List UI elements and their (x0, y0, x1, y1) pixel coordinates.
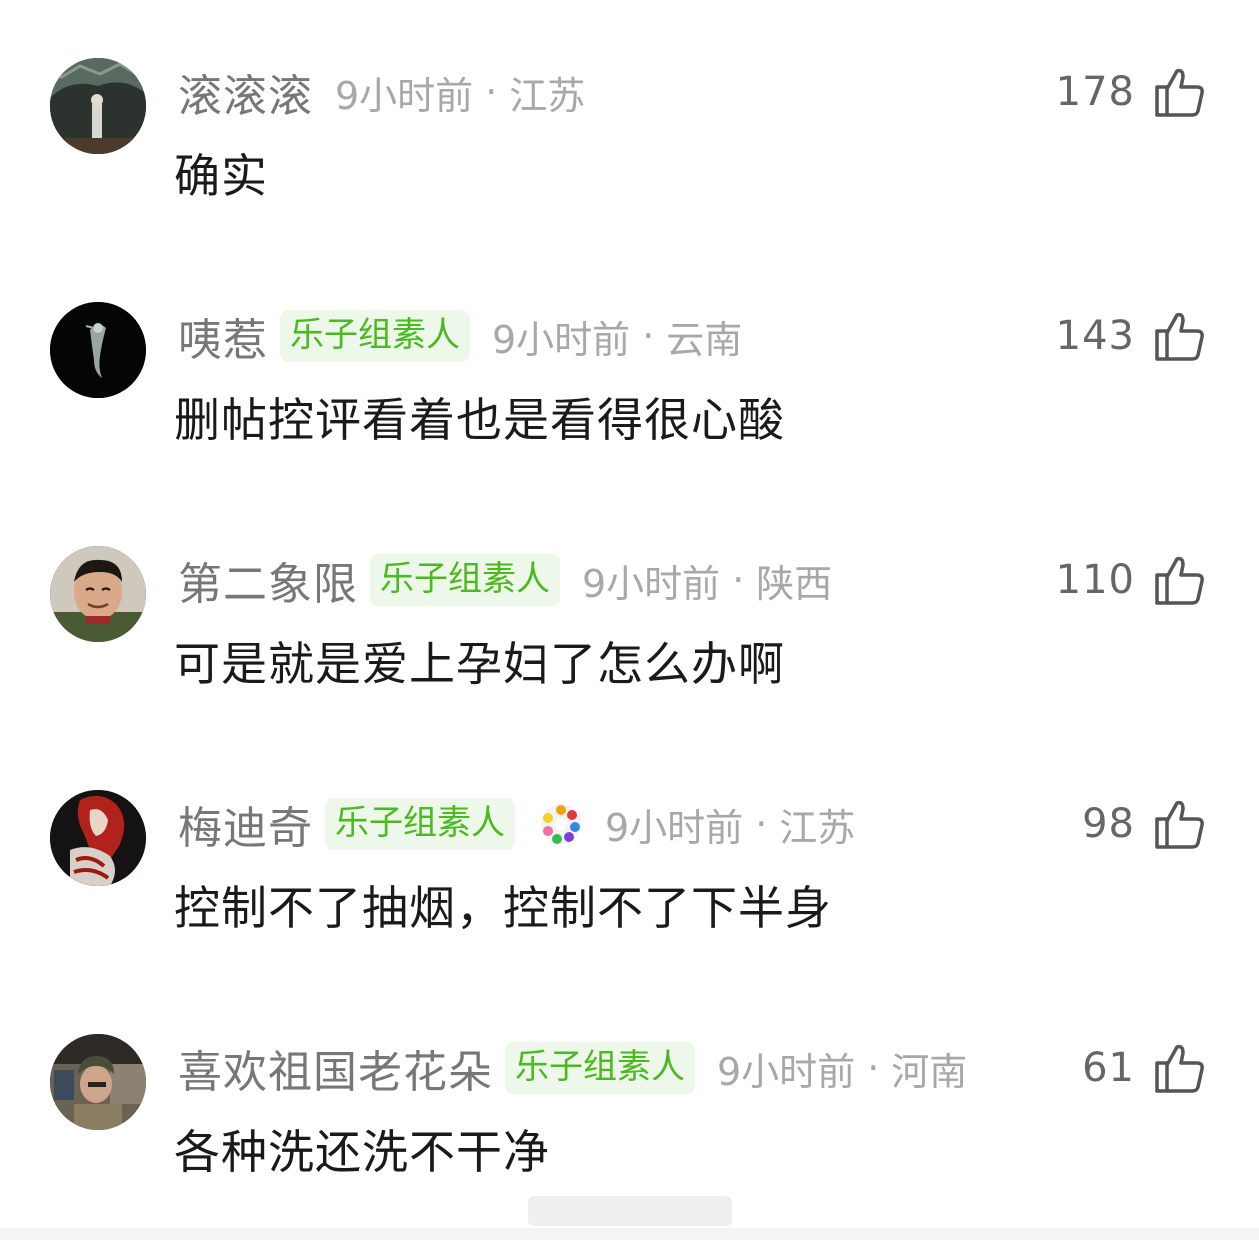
user-avatar[interactable] (50, 1034, 146, 1130)
like-button[interactable]: 178 (1056, 60, 1207, 124)
comment-time: 9小时前 (717, 1049, 856, 1094)
bottom-bar (0, 1228, 1259, 1240)
like-count: 61 (1082, 1045, 1135, 1091)
load-more-indicator (528, 1196, 732, 1226)
thumbs-up-icon (1155, 556, 1204, 605)
like-button[interactable]: 61 (1082, 1036, 1207, 1100)
comment-meta: 喜欢祖国老花朵 乐子组素人 9小时前 · 河南 (178, 1038, 967, 1098)
separator-dot: · (642, 314, 655, 358)
comment-item[interactable]: 第二象限 乐子组素人 9小时前 · 陕西 110 可是就是爱上孕妇了怎么办啊 (0, 488, 1259, 691)
username[interactable]: 喜欢祖国老花朵 (178, 1036, 493, 1100)
separator-dot: · (755, 802, 768, 846)
user-avatar[interactable] (50, 790, 146, 886)
username[interactable]: 滚滚滚 (178, 60, 313, 124)
comment-region: 江苏 (509, 73, 586, 118)
comment-meta: 第二象限 乐子组素人 9小时前 · 陕西 (178, 550, 832, 610)
thumbs-up-icon (1155, 800, 1204, 849)
comment-text: 删帖控评看着也是看得很心酸 (174, 393, 785, 447)
comment-item[interactable]: 咦惹 乐子组素人 9小时前 · 云南 143 删帖控评看着也是看得很心酸 (0, 244, 1259, 447)
thumbs-up-icon (1155, 1044, 1204, 1093)
comment-text: 可是就是爱上孕妇了怎么办啊 (174, 637, 785, 691)
separator-dot: · (867, 1046, 880, 1090)
like-count: 98 (1082, 801, 1135, 847)
comment-region: 江苏 (779, 805, 856, 850)
user-avatar[interactable] (50, 302, 146, 398)
comment-meta: 滚滚滚 9小时前 · 江苏 (178, 62, 585, 122)
comment-item[interactable]: 梅迪奇 乐子组素人 9小时前 · 江苏 98 控制不了抽烟，控制不了下半身 (0, 732, 1259, 935)
comment-item[interactable]: 喜欢祖国老花朵 乐子组素人 9小时前 · 河南 61 各种洗还洗不干净 (0, 976, 1259, 1179)
comment-time: 9小时前 (605, 805, 744, 850)
like-count: 178 (1055, 69, 1135, 115)
separator-dot: · (732, 558, 745, 602)
comment-time: 9小时前 (582, 561, 721, 606)
comment-list: 滚滚滚 9小时前 · 江苏 178 确实 咦惹 乐子组素人 9小时前 · 云南 … (0, 0, 1259, 1240)
comment-text: 确实 (174, 149, 268, 203)
comment-text: 控制不了抽烟，控制不了下半身 (174, 881, 832, 935)
thumbs-up-icon (1155, 68, 1204, 117)
user-badge[interactable]: 乐子组素人 (280, 310, 470, 362)
like-button[interactable]: 98 (1082, 792, 1207, 856)
comment-time: 9小时前 (492, 317, 631, 362)
user-avatar[interactable] (50, 546, 146, 642)
colorful-medal-icon[interactable] (539, 802, 583, 846)
username[interactable]: 梅迪奇 (178, 792, 313, 856)
like-count: 143 (1055, 313, 1135, 359)
like-button[interactable]: 143 (1056, 304, 1207, 368)
comment-item[interactable]: 滚滚滚 9小时前 · 江苏 178 确实 (0, 0, 1259, 203)
like-count: 110 (1055, 557, 1135, 603)
comment-meta: 梅迪奇 乐子组素人 9小时前 · 江苏 (178, 794, 855, 854)
thumbs-up-icon (1155, 312, 1204, 361)
comment-meta: 咦惹 乐子组素人 9小时前 · 云南 (178, 306, 742, 366)
user-badge[interactable]: 乐子组素人 (505, 1042, 695, 1094)
user-badge[interactable]: 乐子组素人 (370, 554, 560, 606)
username[interactable]: 第二象限 (178, 548, 358, 612)
user-avatar[interactable] (50, 58, 146, 154)
like-button[interactable]: 110 (1056, 548, 1207, 612)
comment-text: 各种洗还洗不干净 (174, 1125, 550, 1179)
separator-dot: · (485, 70, 498, 114)
username[interactable]: 咦惹 (178, 304, 268, 368)
comment-time: 9小时前 (335, 73, 474, 118)
comment-region: 云南 (666, 317, 743, 362)
user-badge[interactable]: 乐子组素人 (325, 798, 515, 850)
comment-region: 陕西 (756, 561, 833, 606)
comment-region: 河南 (891, 1049, 968, 1094)
